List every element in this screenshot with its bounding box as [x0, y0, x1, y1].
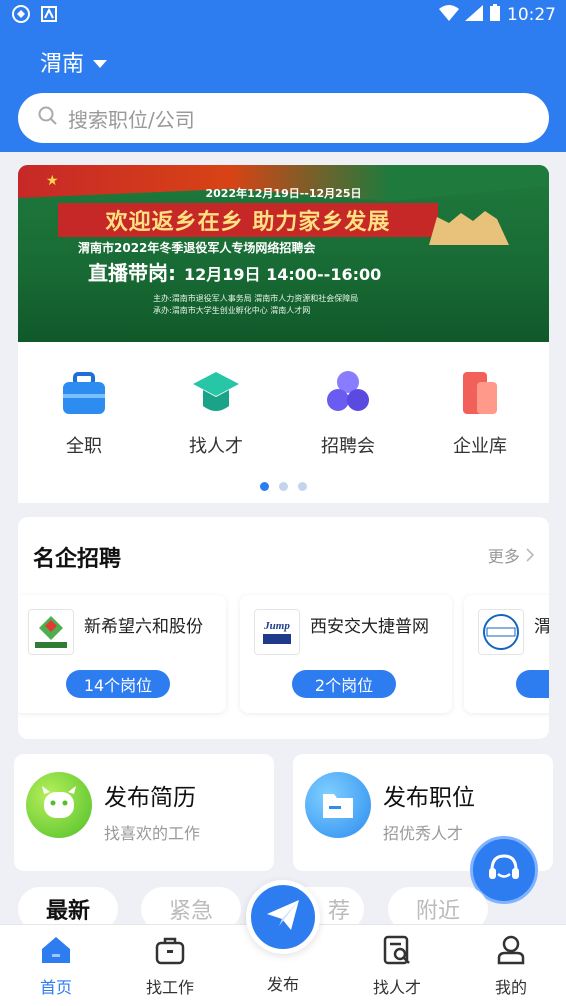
banner-organizer: 主办:渭南市退役军人事务局 渭南市人力资源和社会保障局 — [153, 294, 359, 303]
search-icon — [38, 106, 58, 131]
quick-entry-companies[interactable]: 企业库 — [440, 368, 520, 458]
banner-subtitle: 渭南市2022年冬季退役军人专场网络招聘会 — [78, 241, 316, 255]
company-name: 渭 — [534, 617, 549, 637]
positions-button[interactable]: 1个 — [516, 670, 549, 698]
section-title: 名企招聘 — [33, 547, 122, 572]
nav-mine[interactable]: 我的 — [466, 933, 556, 998]
building-icon — [455, 368, 505, 418]
more-label: 更多 — [487, 547, 520, 566]
chevron-down-icon — [92, 50, 108, 75]
banner-live-label: 直播带岗: — [88, 261, 176, 285]
nav-publish-label[interactable]: 发布 — [240, 971, 326, 995]
publish-title: 发布职位 — [383, 785, 475, 811]
headset-icon — [484, 848, 524, 892]
company-logo — [28, 609, 74, 655]
banner-live: 直播带岗: 12月19日 14:00--16:00 — [88, 257, 381, 286]
tab-recommend-label: 荐 — [327, 899, 350, 924]
quick-entries: 全职 找人才 招聘会 企业库 — [18, 342, 549, 503]
publish-subtitle: 找喜欢的工作 — [104, 824, 201, 843]
company-card[interactable]: 渭 1个 — [464, 595, 549, 713]
nav-label: 找人才 — [372, 978, 421, 997]
company-card[interactable]: Jump 西安交大捷普网 2个岗位 — [240, 595, 452, 713]
quick-entry-label: 找人才 — [189, 436, 243, 457]
user-icon — [494, 933, 528, 967]
publish-subtitle: 招优秀人才 — [383, 824, 464, 843]
page-indicator — [18, 482, 549, 491]
page-dot[interactable] — [298, 482, 307, 491]
quick-entry-jobfair[interactable]: 招聘会 — [308, 368, 388, 458]
logo-text: Jump — [263, 620, 290, 632]
nav-find-job[interactable]: 找工作 — [125, 933, 215, 998]
battery-icon — [489, 4, 501, 26]
company-card[interactable]: 新希望六和股份 14个岗位 — [18, 595, 226, 713]
quick-entry-label: 全职 — [66, 436, 102, 457]
page-dot[interactable] — [279, 482, 288, 491]
publish-title: 发布简历 — [104, 785, 196, 811]
positions-button[interactable]: 14个岗位 — [66, 670, 170, 698]
search-placeholder: 搜索职位/公司 — [68, 107, 195, 132]
chevron-right-icon — [525, 547, 535, 566]
quick-entry-talent[interactable]: 找人才 — [176, 368, 256, 458]
company-logo: Jump — [254, 609, 300, 655]
nav-label: 找工作 — [145, 978, 194, 997]
document-search-icon — [380, 933, 414, 967]
smiley-icon — [26, 772, 92, 838]
status-time: 10:27 — [507, 5, 556, 25]
publish-fab-button[interactable] — [246, 880, 320, 954]
header: 10:27 渭南 搜索职位/公司 — [0, 0, 566, 152]
banner-title: 欢迎返乡在乡 助力家乡发展 — [58, 203, 438, 237]
status-bar: 10:27 — [0, 0, 566, 30]
search-input[interactable]: 搜索职位/公司 — [18, 93, 549, 143]
folder-icon — [305, 772, 371, 838]
quick-entry-label: 招聘会 — [321, 436, 375, 457]
positions-button[interactable]: 2个岗位 — [292, 670, 396, 698]
circles-icon — [323, 368, 373, 418]
signal-icon — [465, 5, 483, 25]
font-notification-icon — [40, 5, 58, 23]
nav-label: 我的 — [494, 978, 527, 997]
quick-entry-fulltime[interactable]: 全职 — [44, 368, 124, 458]
page-dot[interactable] — [260, 482, 269, 491]
soldiers-graphic — [429, 211, 509, 245]
quick-entry-label: 企业库 — [453, 436, 507, 457]
app-notification-icon — [12, 5, 30, 23]
company-name: 新希望六和股份 — [84, 617, 203, 637]
paper-plane-icon — [264, 896, 302, 938]
city-label: 渭南 — [40, 52, 85, 77]
wifi-icon — [439, 5, 459, 25]
company-name: 西安交大捷普网 — [310, 617, 429, 637]
publish-resume-card[interactable]: 发布简历 找喜欢的工作 — [14, 754, 274, 871]
banner-date: 2022年12月19日--12月25日 — [205, 187, 362, 200]
banner-live-time: 12月19日 14:00--16:00 — [184, 265, 382, 284]
briefcase-icon — [59, 368, 109, 418]
nav-label: 首页 — [39, 978, 72, 997]
promo-banner[interactable]: ★ 2022年12月19日--12月25日 欢迎返乡在乡 助力家乡发展 渭南市2… — [18, 165, 549, 342]
home-icon — [39, 933, 73, 967]
briefcase-outline-icon — [153, 933, 187, 967]
more-link[interactable]: 更多 — [488, 543, 535, 567]
nav-home[interactable]: 首页 — [11, 933, 101, 998]
graduation-cap-icon — [191, 368, 241, 418]
city-selector[interactable]: 渭南 — [40, 46, 108, 78]
famous-companies-section: 名企招聘 更多 新希望六和股份 14个岗位 Jump 西安交大捷普网 2个岗位 … — [18, 517, 549, 739]
company-logo — [478, 609, 524, 655]
nav-find-talent[interactable]: 找人才 — [352, 933, 442, 998]
banner-co-organizer: 承办:渭南市大学生创业孵化中心 渭南人才网 — [153, 306, 311, 315]
